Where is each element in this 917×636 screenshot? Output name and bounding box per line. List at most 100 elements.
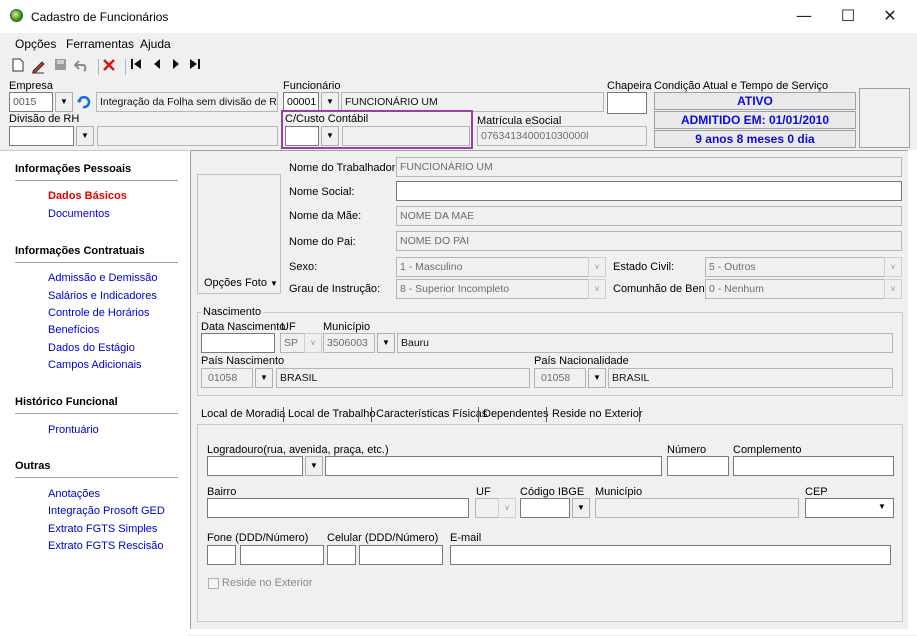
tab-caracteristicas-fisicas[interactable]: Características Físicas: [373, 404, 490, 424]
sexo-select[interactable]: 1 - Masculino: [396, 257, 606, 277]
divisao-code-field[interactable]: [9, 126, 74, 146]
pais-nacionalidade-label: País Nacionalidade: [534, 355, 629, 367]
close-button[interactable]: ✕: [868, 4, 912, 28]
previous-record-icon[interactable]: [149, 58, 165, 76]
fone-label: Fone (DDD/Número): [207, 532, 309, 544]
ibge-dropdown[interactable]: ▼: [572, 498, 590, 518]
sidebar-item-campos-adicionais[interactable]: Campos Adicionais: [48, 359, 142, 371]
sidebar-item-controle-horarios[interactable]: Controle de Horários: [48, 307, 150, 319]
sidebar-item-admissao-demissao[interactable]: Admissão e Demissão: [48, 272, 157, 284]
uf-nascimento-label: UF: [281, 321, 296, 333]
nome-social-label: Nome Social:: [289, 186, 355, 198]
divisao-dropdown[interactable]: ▼: [76, 126, 94, 146]
pais-nascimento-code-field[interactable]: 01058: [201, 368, 253, 388]
nome-mae-field[interactable]: NOME DA MAE: [396, 206, 902, 226]
nome-social-field[interactable]: [396, 181, 902, 201]
sidebar-item-beneficios[interactable]: Benefícios: [48, 324, 99, 336]
funcionario-code-field[interactable]: 00001: [283, 92, 319, 112]
chevron-down-icon[interactable]: ∨: [498, 498, 516, 518]
chevron-down-icon[interactable]: ∨: [884, 279, 902, 299]
photo-options-label: Opções Foto: [204, 277, 267, 289]
edit-icon[interactable]: [30, 58, 46, 76]
next-record-icon[interactable]: [168, 58, 184, 76]
chevron-down-icon[interactable]: ∨: [588, 279, 606, 299]
municipio-field: [595, 498, 799, 518]
complemento-field[interactable]: [733, 456, 894, 476]
empresa-dropdown[interactable]: ▼: [55, 92, 73, 112]
comunhao-label: Comunhão de Bens:: [613, 283, 714, 295]
numero-field[interactable]: [667, 456, 729, 476]
maximize-button[interactable]: ☐: [826, 4, 870, 28]
tab-reside-exterior[interactable]: Reside no Exterior: [549, 404, 646, 424]
sidebar-item-anotacoes[interactable]: Anotações: [48, 488, 100, 500]
funcionario-label: Funcionário: [283, 80, 341, 92]
section-divider: [15, 477, 178, 478]
municipio-nascimento-dropdown[interactable]: ▼: [377, 333, 395, 353]
nome-pai-field[interactable]: NOME DO PAI: [396, 231, 902, 251]
sidebar-item-dados-estagio[interactable]: Dados do Estágio: [48, 342, 135, 354]
ibge-field[interactable]: [520, 498, 570, 518]
new-document-icon[interactable]: [10, 58, 26, 76]
toolbar: [0, 55, 917, 79]
logradouro-type-field[interactable]: [207, 456, 303, 476]
grau-instrucao-label: Grau de Instrução:: [289, 283, 381, 295]
title-bar: Cadastro de Funcionários — ☐ ✕: [0, 0, 917, 32]
logradouro-label: Logradouro(rua, avenida, praça, etc.): [207, 444, 389, 456]
photo-frame: Opções Foto ▼: [197, 174, 281, 294]
tab-dependentes[interactable]: Dependentes: [480, 404, 551, 424]
pais-nacionalidade-code-field[interactable]: 01058: [534, 368, 586, 388]
chevron-down-icon[interactable]: ∨: [884, 257, 902, 277]
grau-instrucao-select[interactable]: 8 - Superior Incompleto: [396, 279, 606, 299]
tab-separator: [639, 407, 640, 422]
cep-dropdown[interactable]: ▼: [873, 498, 891, 518]
email-field[interactable]: [450, 545, 891, 565]
menu-ajuda[interactable]: Ajuda: [140, 37, 171, 51]
nascimento-group-label: Nascimento: [201, 306, 264, 318]
undo-icon[interactable]: [73, 58, 90, 76]
celular-numero-field[interactable]: [359, 545, 443, 565]
chevron-down-icon[interactable]: ∨: [304, 333, 322, 353]
save-icon[interactable]: [52, 58, 68, 76]
delete-icon[interactable]: [101, 58, 117, 76]
sidebar-item-prosoft-ged[interactable]: Integração Prosoft GED: [48, 505, 165, 517]
last-record-icon[interactable]: [187, 58, 203, 76]
chapeira-field[interactable]: [607, 92, 647, 114]
section-informacoes-contratuais: Informações Contratuais: [15, 245, 145, 257]
data-nascimento-field[interactable]: [201, 333, 275, 353]
menu-ferramentas[interactable]: Ferramentas: [66, 37, 134, 51]
tab-local-moradia[interactable]: Local de Moradia: [198, 404, 289, 424]
tab-local-trabalho[interactable]: Local de Trabalho: [285, 404, 378, 424]
sidebar-item-prontuario[interactable]: Prontuário: [48, 424, 99, 436]
municipio-nascimento-code-field[interactable]: 3506003: [323, 333, 375, 353]
empresa-code-field[interactable]: 0015: [9, 92, 53, 112]
fone-ddd-field[interactable]: [207, 545, 236, 565]
complemento-label: Complemento: [733, 444, 802, 456]
celular-ddd-field[interactable]: [327, 545, 356, 565]
pais-nacionalidade-dropdown[interactable]: ▼: [588, 368, 606, 388]
sidebar-item-fgts-rescisao[interactable]: Extrato FGTS Rescisão: [48, 540, 164, 552]
sidebar-item-salarios[interactable]: Salários e Indicadores: [48, 290, 157, 302]
minimize-button[interactable]: —: [782, 4, 826, 28]
estado-civil-select[interactable]: 5 - Outros: [705, 257, 902, 277]
tab-separator: [478, 407, 479, 422]
chevron-down-icon[interactable]: ∨: [588, 257, 606, 277]
fone-numero-field[interactable]: [240, 545, 324, 565]
nome-trabalhador-field[interactable]: FUNCIONÁRIO UM: [396, 157, 902, 177]
sidebar-item-documentos[interactable]: Documentos: [48, 208, 110, 220]
chapeira-label: Chapeira: [607, 80, 652, 92]
empresa-search-icon[interactable]: [76, 93, 94, 111]
service-time-badge: 9 anos 8 meses 0 dia: [654, 130, 856, 148]
sidebar-item-dados-basicos[interactable]: Dados Básicos: [48, 190, 127, 202]
sidebar-item-fgts-simples[interactable]: Extrato FGTS Simples: [48, 523, 157, 535]
logradouro-field[interactable]: [325, 456, 662, 476]
comunhao-select[interactable]: 0 - Nenhum: [705, 279, 902, 299]
logradouro-dropdown[interactable]: ▼: [305, 456, 323, 476]
bairro-field[interactable]: [207, 498, 469, 518]
first-record-icon[interactable]: [128, 58, 144, 76]
toolbar-separator: [98, 59, 99, 75]
menu-opcoes[interactable]: Opções: [15, 37, 56, 51]
pais-nascimento-dropdown[interactable]: ▼: [255, 368, 273, 388]
funcionario-dropdown[interactable]: ▼: [321, 92, 339, 112]
photo-options-button[interactable]: Opções Foto ▼: [204, 277, 278, 289]
reside-exterior-checkbox[interactable]: [208, 578, 219, 589]
